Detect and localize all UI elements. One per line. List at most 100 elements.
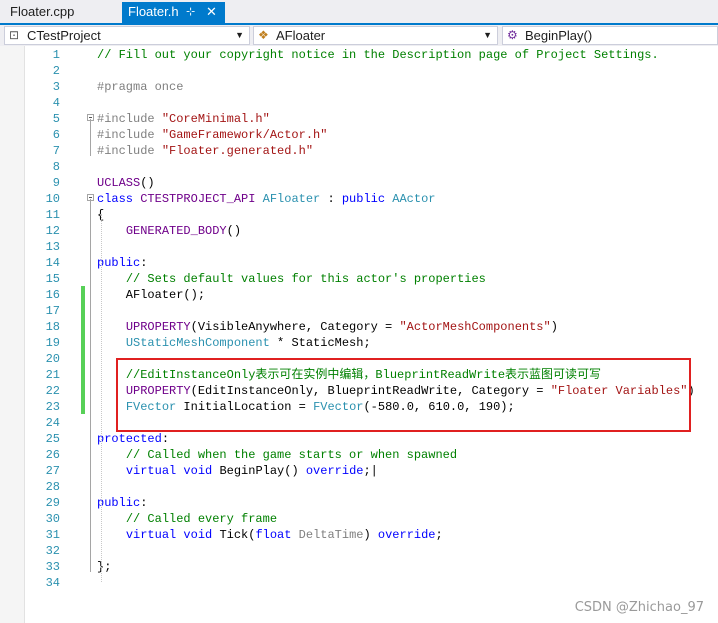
- close-icon[interactable]: ✕: [206, 2, 217, 22]
- fold-outline: [90, 119, 91, 156]
- line-number: 12: [45, 224, 60, 238]
- line-number: 34: [45, 576, 60, 590]
- code-line[interactable]: 9 UCLASS(): [0, 175, 718, 191]
- watermark: CSDN @Zhichao_97: [574, 600, 704, 615]
- code-line[interactable]: 29 public:: [0, 495, 718, 511]
- code-line[interactable]: 31 virtual void Tick(float DeltaTime) ov…: [0, 527, 718, 543]
- member-dropdown[interactable]: ⚙ BeginPlay(): [502, 26, 718, 45]
- code-token: virtual void: [125, 528, 220, 542]
- code-text: class CTESTPROJECT_API AFloater : public…: [97, 191, 436, 207]
- code-line[interactable]: 12 GENERATED_BODY(): [0, 223, 718, 239]
- line-number: 28: [45, 480, 60, 494]
- line-number: 31: [45, 528, 60, 542]
- code-text: protected:: [97, 431, 169, 447]
- change-bar: [81, 302, 85, 318]
- code-line[interactable]: 7 #include "Floater.generated.h": [0, 143, 718, 159]
- code-text: UPROPERTY(VisibleAnywhere, Category = "A…: [97, 319, 558, 335]
- code-line[interactable]: 18 UPROPERTY(VisibleAnywhere, Category =…: [0, 319, 718, 335]
- code-line[interactable]: 14 public:: [0, 255, 718, 271]
- line-number: 33: [45, 560, 60, 574]
- code-token: :: [320, 192, 342, 206]
- code-line[interactable]: 19 UStaticMeshComponent * StaticMesh;: [0, 335, 718, 351]
- line-number: 16: [45, 288, 60, 302]
- code-token: * StaticMesh;: [269, 336, 371, 350]
- code-token: AFloater();: [97, 288, 206, 302]
- indent-guide: [101, 214, 102, 582]
- line-number: 32: [45, 544, 60, 558]
- code-token: // Sets default values for this actor's …: [125, 272, 486, 286]
- line-number: 14: [45, 256, 60, 270]
- code-token: (): [226, 224, 242, 238]
- line-number: 24: [45, 416, 60, 430]
- chevron-down-icon[interactable]: ▼: [235, 27, 244, 44]
- code-token: };: [97, 560, 112, 574]
- tab-floater-h[interactable]: Floater.h ⊹ ✕: [122, 2, 225, 23]
- code-line[interactable]: 28: [0, 479, 718, 495]
- project-dropdown-value: CTestProject: [27, 28, 101, 43]
- method-icon: ⚙: [507, 28, 518, 42]
- code-editor[interactable]: 1 // Fill out your copyright notice in th…: [0, 46, 718, 623]
- code-line[interactable]: 8: [0, 159, 718, 175]
- line-number: 2: [52, 64, 60, 78]
- code-text: GENERATED_BODY(): [97, 223, 241, 239]
- fold-outline: [90, 199, 91, 572]
- code-text: public:: [97, 495, 147, 511]
- code-token: DeltaTime: [298, 528, 364, 542]
- code-token: // Called when the game starts or when s…: [125, 448, 458, 462]
- code-text: UStaticMeshComponent * StaticMesh;: [97, 335, 371, 351]
- code-token: GENERATED_BODY: [125, 224, 227, 238]
- code-line[interactable]: 26 // Called when the game starts or whe…: [0, 447, 718, 463]
- member-dropdown-value: BeginPlay(): [525, 28, 593, 43]
- code-line[interactable]: 1 // Fill out your copyright notice in th…: [0, 47, 718, 63]
- code-line[interactable]: 30 // Called every frame: [0, 511, 718, 527]
- code-line[interactable]: 3 #pragma once: [0, 79, 718, 95]
- code-line[interactable]: 32: [0, 543, 718, 559]
- class-dropdown[interactable]: ❖ AFloater ▼: [253, 26, 498, 45]
- class-icon: ❖: [258, 28, 269, 42]
- project-dropdown[interactable]: ⊡ CTestProject ▼: [4, 26, 250, 45]
- line-number: 3: [52, 80, 60, 94]
- highlight-annotation-box: [116, 358, 691, 432]
- code-line[interactable]: 11{: [0, 207, 718, 223]
- code-token: AFloater: [262, 192, 321, 206]
- code-line[interactable]: 15 // Sets default values for this actor…: [0, 271, 718, 287]
- code-text: #include "GameFramework/Actor.h": [97, 127, 327, 143]
- code-line[interactable]: 2: [0, 63, 718, 79]
- code-line[interactable]: 33};: [0, 559, 718, 575]
- code-token: :: [140, 496, 148, 510]
- code-token: (VisibleAnywhere, Category =: [190, 320, 400, 334]
- code-line[interactable]: 10 class CTESTPROJECT_API AFloater : publ…: [0, 191, 718, 207]
- line-number: 27: [45, 464, 60, 478]
- code-line[interactable]: 13: [0, 239, 718, 255]
- code-line[interactable]: 16 AFloater();: [0, 287, 718, 303]
- code-token: UStaticMeshComponent: [125, 336, 270, 350]
- code-token: AActor: [392, 192, 436, 206]
- code-token: public: [341, 192, 393, 206]
- tab-floater-cpp[interactable]: Floater.cpp: [4, 2, 120, 23]
- line-number: 4: [52, 96, 60, 110]
- chevron-down-icon[interactable]: ▼: [483, 27, 492, 44]
- code-line[interactable]: 25 protected:: [0, 431, 718, 447]
- line-number: 21: [45, 368, 60, 382]
- line-number: 7: [52, 144, 60, 158]
- code-token: "GameFramework/Actor.h": [161, 128, 328, 142]
- code-token: ;: [435, 528, 443, 542]
- document-tab-strip: Floater.cpp Floater.h ⊹ ✕: [0, 0, 718, 23]
- code-token: ): [550, 320, 558, 334]
- code-line[interactable]: 17: [0, 303, 718, 319]
- line-number: 1: [52, 48, 60, 62]
- code-line[interactable]: 5 #include "CoreMinimal.h": [0, 111, 718, 127]
- code-token: "CoreMinimal.h": [161, 112, 270, 126]
- line-number: 22: [45, 384, 60, 398]
- code-line[interactable]: 6 #include "GameFramework/Actor.h": [0, 127, 718, 143]
- code-text: // Called every frame: [97, 511, 277, 527]
- line-number: 11: [45, 208, 60, 222]
- pin-icon[interactable]: ⊹: [186, 2, 195, 22]
- code-line[interactable]: 27 virtual void BeginPlay() override;|: [0, 463, 718, 479]
- line-number: 17: [45, 304, 60, 318]
- code-line[interactable]: 34: [0, 575, 718, 591]
- code-text: // Sets default values for this actor's …: [97, 271, 486, 287]
- line-number: 10: [45, 192, 60, 206]
- tab-label: Floater.h: [128, 4, 179, 19]
- code-line[interactable]: 4: [0, 95, 718, 111]
